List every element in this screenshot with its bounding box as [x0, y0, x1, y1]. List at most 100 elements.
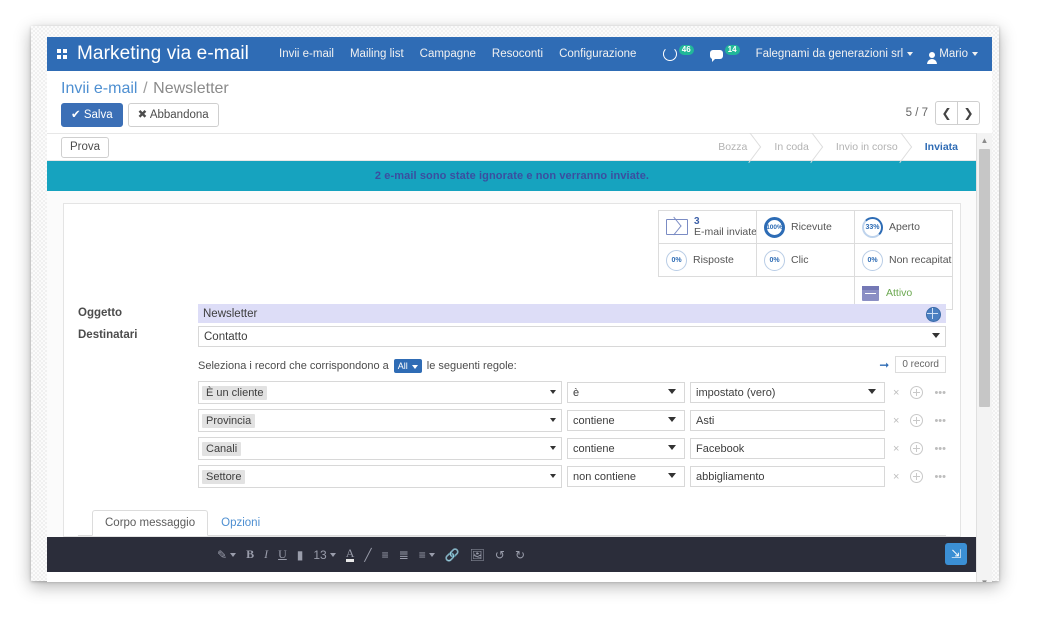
font-size-dropdown[interactable]: 13 [308, 542, 340, 568]
stat-opened[interactable]: 33% Aperto [854, 210, 953, 244]
subject-label: Oggetto [78, 307, 123, 319]
rule-field-selector[interactable]: È un cliente [198, 381, 562, 404]
user-menu[interactable]: Mario [921, 48, 986, 64]
style-dropdown-icon[interactable]: ✎ [212, 542, 241, 568]
company-name: Falegnami da generazioni srl [755, 48, 904, 60]
apps-grid-icon[interactable] [47, 49, 77, 59]
rule-actions: × ••• [893, 470, 946, 483]
remove-rule-icon[interactable]: × [893, 443, 899, 455]
stat-replied[interactable]: 0% Risposte [658, 243, 757, 277]
menu-item-mailings[interactable]: Invii e-mail [271, 48, 342, 60]
recipients-select[interactable]: Contatto [198, 326, 946, 347]
rule-value-input[interactable] [690, 410, 885, 431]
record-count-badge[interactable]: 0 record [895, 356, 946, 373]
company-switcher[interactable]: Falegnami da generazioni srl [748, 48, 922, 60]
sync-button[interactable]: 46 [655, 45, 702, 61]
remove-rule-icon[interactable]: × [893, 471, 899, 483]
subject-input[interactable] [198, 304, 946, 323]
sync-icon [662, 47, 677, 61]
bold-button[interactable]: B [241, 542, 259, 568]
scroll-up-icon[interactable]: ▲ [977, 133, 992, 147]
expand-icon[interactable]: ⇲ [945, 543, 967, 565]
menu-item-mailing-list[interactable]: Mailing list [342, 48, 412, 60]
stage-bozza[interactable]: Bozza [702, 134, 759, 160]
stage-in-coda[interactable]: In coda [758, 134, 820, 160]
text-color-button[interactable]: A [341, 542, 360, 568]
rule-options-icon[interactable]: ••• [934, 471, 946, 483]
bullet-list-icon[interactable]: ≡ [377, 542, 394, 568]
menu-item-reports[interactable]: Resoconti [484, 48, 551, 60]
vertical-scrollbar[interactable]: ▲ ▼ [976, 133, 992, 582]
record-toolbar: ✔ Salva ✖ Abbandona 5 / 7 ❮ ❯ [47, 101, 992, 133]
highlighter-icon[interactable]: ╱ [359, 542, 376, 568]
add-rule-icon[interactable] [910, 442, 924, 455]
domain-match-all-dropdown[interactable]: All [393, 359, 422, 373]
strikethrough-icon[interactable]: ▮ [292, 542, 309, 568]
next-record-button[interactable]: ❯ [958, 101, 980, 125]
rule-field-selector[interactable]: Settore [198, 465, 562, 488]
rule-actions: × ••• [893, 414, 946, 427]
align-icon[interactable]: ≡ [414, 542, 440, 568]
statistics-row-1: 3 E-mail inviate 100% Ricevute 33% Apert… [658, 210, 953, 244]
breadcrumb: Invii e-mail / Newsletter [47, 71, 992, 101]
user-icon [927, 52, 938, 64]
stat-bounced[interactable]: 0% Non recapitate [854, 243, 953, 277]
undo-icon[interactable]: ↺ [490, 542, 510, 568]
status-bar: Prova Bozza In coda Invio in corso Invia… [47, 133, 977, 161]
image-icon[interactable]: 🖼 [465, 542, 490, 568]
rule-field-selector[interactable]: Provincia [198, 409, 562, 432]
rule-actions: × ••• [893, 386, 946, 399]
form-scroll-area: Prova Bozza In coda Invio in corso Invia… [47, 133, 992, 582]
arrow-right-icon[interactable]: ➞ [879, 358, 889, 372]
tab-opzioni[interactable]: Opzioni [208, 510, 273, 536]
rule-options-icon[interactable]: ••• [934, 443, 946, 455]
rule-options-icon[interactable]: ••• [934, 387, 946, 399]
rule-value-select[interactable]: impostato (vero) [690, 382, 885, 403]
save-button[interactable]: ✔ Salva [61, 103, 123, 127]
link-icon[interactable]: 🔗 [440, 542, 465, 568]
rule-operator-select[interactable]: contiene [567, 410, 685, 431]
scroll-down-icon[interactable]: ▼ [977, 575, 992, 583]
remove-rule-icon[interactable]: × [893, 387, 899, 399]
stage-invio-in-corso[interactable]: Invio in corso [819, 134, 909, 160]
stage-inviata[interactable]: Inviata [908, 134, 969, 160]
tab-corpo-messaggio[interactable]: Corpo messaggio [92, 510, 209, 536]
user-name: Mario [939, 48, 968, 60]
statistics-panel: 3 E-mail inviate 100% Ricevute 33% Apert… [658, 210, 953, 310]
globe-icon[interactable] [926, 307, 941, 322]
chevron-left-icon: ❮ [941, 106, 952, 120]
stat-emails-sent[interactable]: 3 E-mail inviate [658, 210, 757, 244]
menu-item-campaigns[interactable]: Campagne [412, 48, 484, 60]
numbered-list-icon[interactable]: ≣ [394, 542, 414, 568]
messages-button[interactable]: 14 [702, 45, 748, 62]
recipients-label: Destinatari [78, 329, 138, 341]
remove-rule-icon[interactable]: × [893, 415, 899, 427]
editor-content-area[interactable] [47, 572, 977, 582]
italic-button[interactable]: I [259, 542, 273, 568]
test-button[interactable]: Prova [61, 136, 110, 158]
add-rule-icon[interactable] [910, 470, 924, 483]
redo-icon[interactable]: ↻ [510, 542, 530, 568]
statistics-row-2: 0% Risposte 0% Clic 0% Non recapitate [658, 243, 953, 277]
discard-button[interactable]: ✖ Abbandona [127, 103, 219, 127]
notebook-tabs: Corpo messaggio Opzioni [78, 510, 946, 536]
scrollbar-thumb[interactable] [979, 149, 990, 407]
stat-clicked[interactable]: 0% Clic [756, 243, 855, 277]
prev-record-button[interactable]: ❮ [935, 101, 958, 125]
chevron-right-icon: ❯ [963, 106, 974, 120]
underline-button[interactable]: U [273, 542, 292, 568]
rule-operator-select[interactable]: contiene [567, 438, 685, 459]
rule-value-input[interactable] [690, 466, 885, 487]
rule-operator-select[interactable]: non contiene [567, 466, 685, 487]
menu-item-configuration[interactable]: Configurazione [551, 48, 644, 60]
add-rule-icon[interactable] [910, 386, 924, 399]
rule-operator-select[interactable]: è [567, 382, 685, 403]
form-sheet: 3 E-mail inviate 100% Ricevute 33% Apert… [63, 203, 961, 537]
add-rule-icon[interactable] [910, 414, 924, 427]
stat-received[interactable]: 100% Ricevute [756, 210, 855, 244]
breadcrumb-root[interactable]: Invii e-mail [61, 80, 137, 97]
rule-options-icon[interactable]: ••• [934, 415, 946, 427]
domain-rule-row: Settore non contiene abbigliamento × ••• [198, 465, 946, 488]
rule-field-selector[interactable]: Canali [198, 437, 562, 460]
rule-value-input[interactable] [690, 438, 885, 459]
